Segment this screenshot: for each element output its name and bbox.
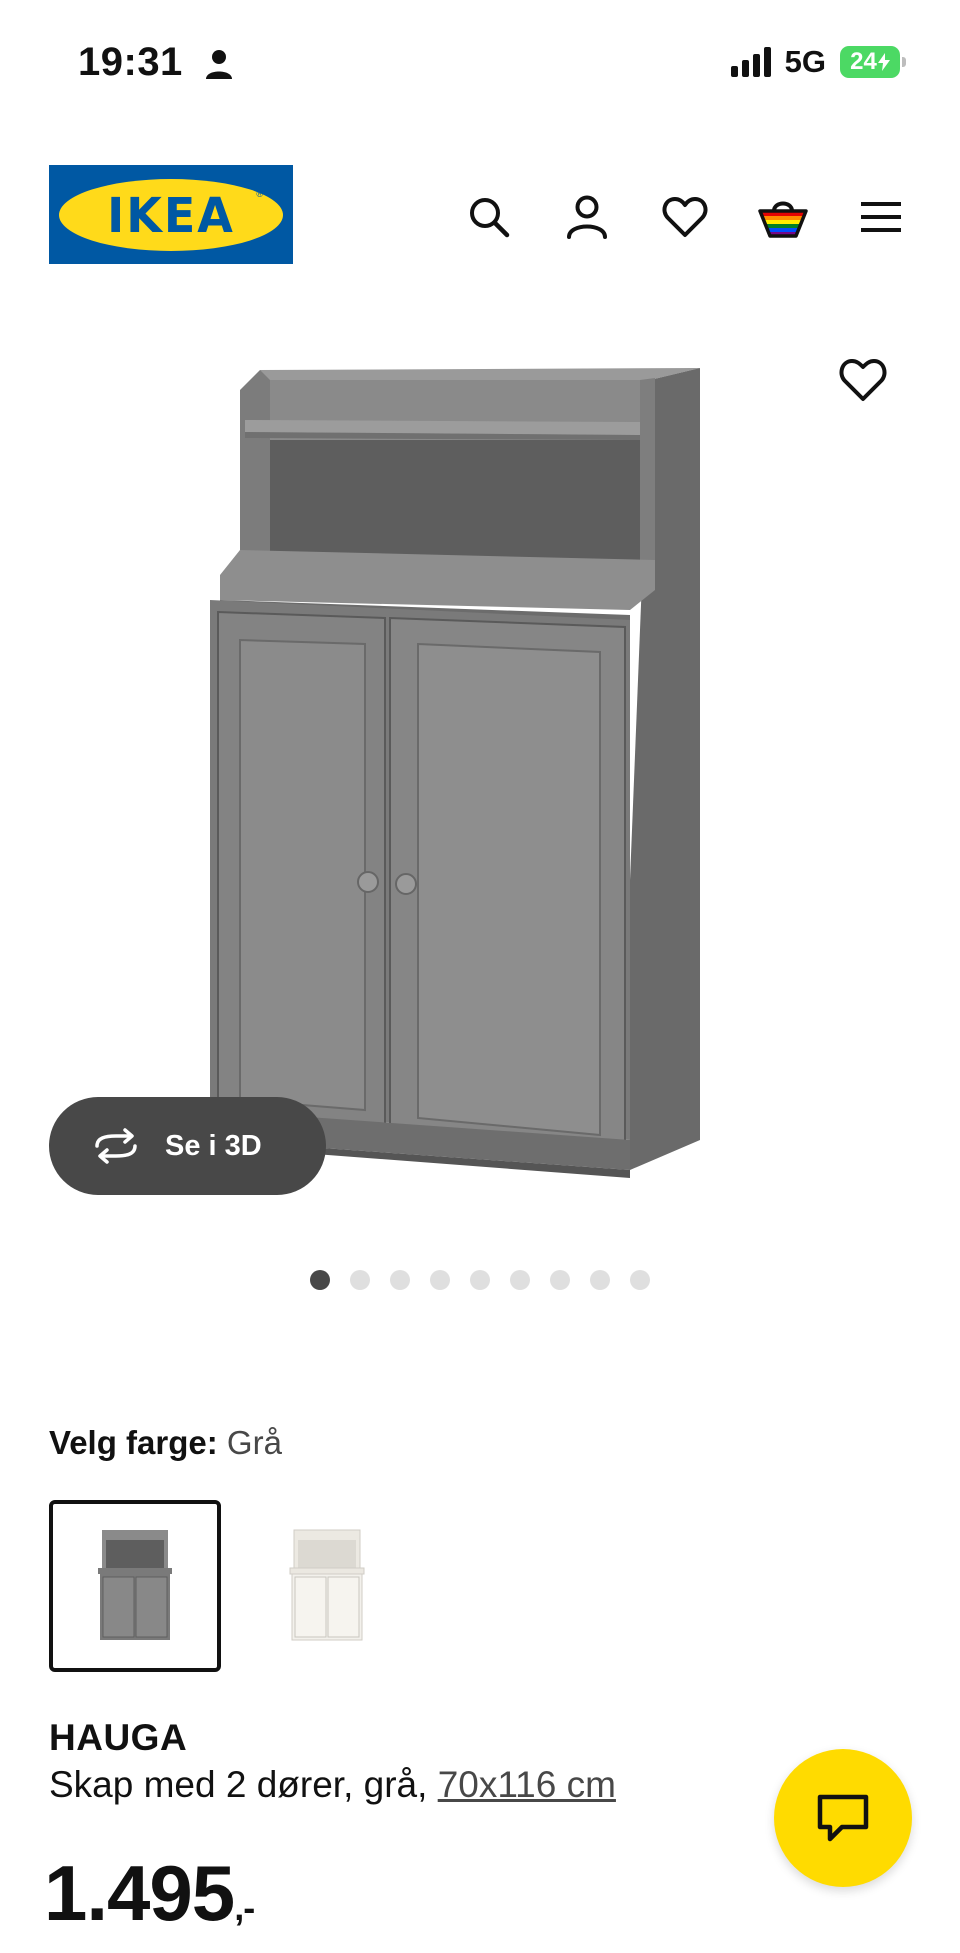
color-label-title: Velg farge: — [49, 1424, 218, 1461]
menu-icon[interactable] — [854, 190, 908, 244]
gallery-pagination — [0, 1270, 960, 1294]
search-icon[interactable] — [462, 190, 516, 244]
account-icon[interactable] — [560, 190, 614, 244]
gallery-dot[interactable] — [390, 1270, 410, 1290]
gallery-dot[interactable] — [430, 1270, 450, 1290]
status-time: 19:31 — [78, 40, 183, 84]
product-name: HAUGA — [49, 1717, 188, 1758]
logo-registered: ® — [256, 188, 263, 199]
ikea-logo[interactable]: IKEA ® — [49, 165, 293, 264]
view-3d-label: Se i 3D — [165, 1129, 262, 1162]
color-label: Velg farge: Grå — [49, 1424, 282, 1462]
logo-text: IKEA — [107, 186, 235, 243]
battery-level: 24 — [850, 48, 877, 75]
product-description: Skap med 2 dører, grå, 70x116 cm — [49, 1764, 616, 1806]
gallery-dot[interactable] — [310, 1270, 330, 1290]
status-right: 5G 24 — [730, 44, 906, 80]
battery-charging-icon: 24 — [840, 46, 906, 78]
gallery-dot[interactable] — [350, 1270, 370, 1290]
person-icon — [206, 50, 232, 79]
view-3d-button[interactable]: Se i 3D — [49, 1097, 326, 1195]
signal-icon — [730, 47, 771, 77]
color-value: Grå — [226, 1424, 282, 1461]
product-size-link[interactable]: 70x116 cm — [438, 1764, 616, 1805]
price-suffix: ,- — [234, 1887, 255, 1928]
chat-button[interactable] — [774, 1749, 912, 1887]
wishlist-heart-icon[interactable] — [658, 190, 712, 244]
gallery-dot[interactable] — [550, 1270, 570, 1290]
gallery-dot[interactable] — [630, 1270, 650, 1290]
product-image — [210, 368, 700, 1178]
swatch-grey[interactable] — [49, 1500, 221, 1672]
rotate-3d-icon — [95, 1128, 137, 1164]
gallery-dot[interactable] — [590, 1270, 610, 1290]
white-cabinet-thumbnail — [289, 1529, 365, 1641]
favorite-heart-icon[interactable] — [838, 355, 888, 405]
gallery-dot[interactable] — [510, 1270, 530, 1290]
price-main: 1.495 — [44, 1849, 235, 1937]
logo-oval: IKEA ® — [59, 178, 283, 251]
gallery-dot[interactable] — [470, 1270, 490, 1290]
product-description-text: Skap med 2 dører, grå, — [49, 1764, 438, 1805]
site-header: IKEA ® — [0, 160, 960, 270]
swatch-white[interactable] — [241, 1500, 413, 1672]
header-nav-icons — [462, 190, 908, 244]
status-bar: 19:31 5G 24 — [0, 0, 960, 130]
grey-cabinet-thumbnail — [98, 1530, 172, 1640]
color-swatches — [49, 1500, 413, 1672]
product-gallery[interactable]: Se i 3D — [0, 320, 960, 1230]
chat-icon — [817, 1794, 869, 1842]
network-type: 5G — [784, 44, 826, 79]
shopping-bag-icon[interactable] — [756, 190, 810, 244]
product-price: 1.495,- — [44, 1848, 255, 1939]
